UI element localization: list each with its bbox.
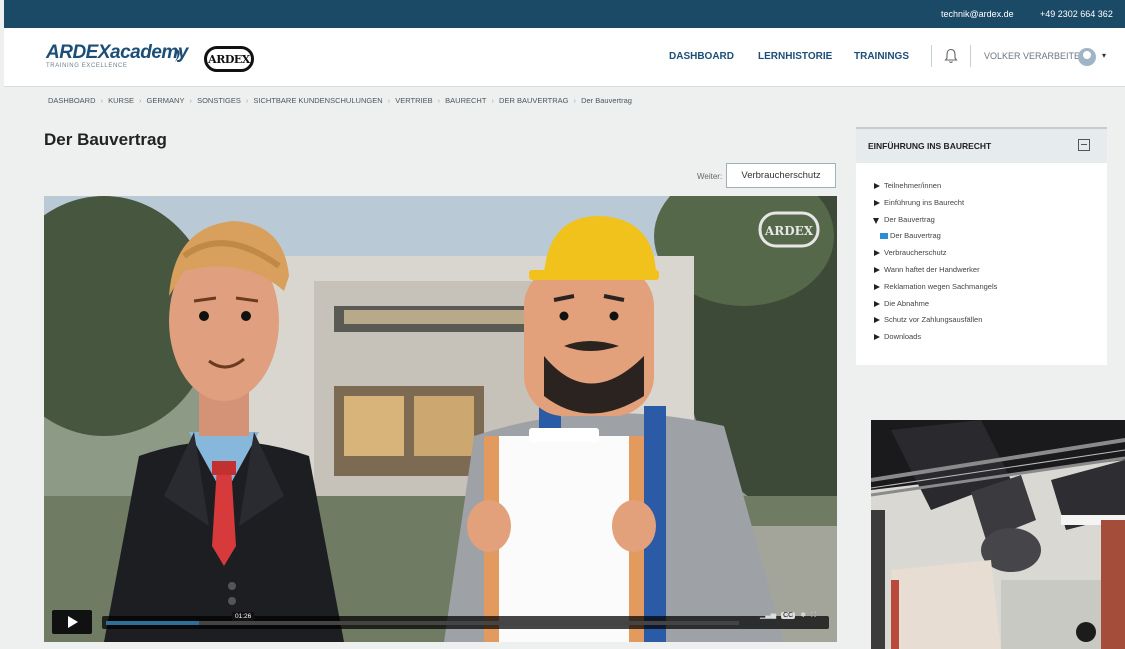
course-item-label: Schutz vor Zahlungsausfällen [884,315,983,325]
nav-trainings[interactable]: TRAININGS [854,51,909,62]
gear-icon[interactable]: ✱ [800,612,806,619]
course-navigation-title: EINFÜHRUNG INS BAURECHT [868,141,992,151]
breadcrumb-item[interactable]: SICHTBARE KUNDENSCHULUNGEN [253,96,382,105]
top-contact-bar: technik@ardex.de +49 2302 664 362 [4,0,1125,28]
course-item-label: Der Bauvertrag [890,231,941,241]
video-activity-icon [880,233,888,240]
player-control-icons: ▁▃▅ CC ✱ ⛶ [760,611,816,620]
ardex-academy-logo[interactable]: ARDEXacademy [46,42,188,64]
breadcrumb-current: Der Bauvertrag [581,96,632,105]
studio-photo [871,420,1125,649]
caret-right-icon [874,183,880,189]
watermark-text: ARDEX [764,224,814,238]
notification-bell-icon[interactable] [944,48,958,64]
course-tree: Teilnehmer/innen Einführung ins Baurecht… [873,178,997,346]
course-navigation-header: EINFÜHRUNG INS BAURECHT [856,129,1107,163]
contact-phone[interactable]: +49 2302 664 362 [1040,9,1113,19]
course-item[interactable]: Schutz vor Zahlungsausfällen [874,312,997,329]
breadcrumb-item[interactable]: GERMANY [147,96,185,105]
course-item-label: Downloads [884,332,922,342]
course-item[interactable]: Teilnehmer/innen [874,178,997,195]
caret-right-icon [874,317,880,324]
next-label: Weiter: [697,172,723,181]
breadcrumb-separator: › [100,96,104,105]
caret-right-icon [874,300,880,307]
video-frame: ARDEX [44,196,837,642]
breadcrumb-separator: › [189,96,192,105]
play-button[interactable] [52,610,92,634]
caret-down-icon [873,217,879,224]
breadcrumb-separator: › [245,96,249,105]
breadcrumb-item[interactable]: DASHBOARD [48,96,96,105]
course-item-expanded[interactable]: Der Bauvertrag [873,212,997,229]
caret-right-icon [874,199,880,206]
nav-divider [970,45,971,67]
course-item-label: Reklamation wegen Sachmangels [884,281,998,291]
course-item-label: Der Bauvertrag [884,214,935,224]
breadcrumb-item[interactable]: KURSE [108,96,134,105]
contact-email[interactable]: technik@ardex.de [941,9,1014,19]
nav-divider [931,45,932,67]
video-controls: 01:26 ▁▃▅ CC ✱ ⛶ [44,608,837,642]
fullscreen-icon[interactable]: ⛶ [811,612,816,619]
collapse-icon[interactable] [1078,139,1090,151]
caret-right-icon [874,266,880,273]
ardex-badge-logo: ARDEX [204,46,254,72]
site-header: ARDEXacademy TRAINING EXCELLENCE ARDEX D… [4,28,1125,87]
course-subitem-active[interactable]: Der Bauvertrag [880,228,1003,245]
nav-lernhistorie[interactable]: LERNHISTORIE [758,51,832,62]
breadcrumb-separator: › [387,96,391,105]
page-title: Der Bauvertrag [44,130,167,149]
breadcrumb-item[interactable]: DER BAUVERTRAG [499,96,568,105]
breadcrumb-item[interactable]: SONSTIGES [197,96,241,105]
caret-right-icon [874,250,880,257]
caret-right-icon [874,334,880,341]
course-item-label: Wann haftet der Handwerker [884,264,980,274]
breadcrumb-item[interactable]: VERTRIEB [395,96,432,105]
course-item[interactable]: Die Abnahme [874,296,997,313]
breadcrumb-separator: › [437,96,441,105]
user-name[interactable]: VOLKER VERARBEITER [984,51,1087,61]
breadcrumb-separator: › [138,96,142,105]
course-navigation: EINFÜHRUNG INS BAURECHT Teilnehmer/innen… [856,127,1107,365]
timecode: 01:26 [232,612,255,621]
course-item[interactable]: Reklamation wegen Sachmangels [874,279,997,296]
logo-text-main: ARDEX [46,42,111,63]
captions-icon[interactable]: CC [781,612,796,619]
played-bar [106,621,199,625]
swoosh-icon [172,48,180,62]
video-player[interactable]: ARDEX 01:26 ▁▃▅ CC ✱ ⛶ [44,196,837,642]
next-lesson-button[interactable]: Verbraucherschutz [726,163,836,188]
user-avatar[interactable] [1078,48,1096,66]
volume-icon[interactable]: ▁▃▅ [760,612,776,619]
studio-photo-image [871,420,1125,649]
course-item[interactable]: Verbraucherschutz [874,245,997,262]
course-item-label: Teilnehmer/innen [884,181,942,190]
breadcrumb-separator: › [491,96,494,105]
course-item-label: Die Abnahme [884,298,930,308]
logo-tagline: TRAINING EXCELLENCE [46,63,128,69]
course-item-label: Einführung ins Baurecht [884,197,965,207]
course-item[interactable]: Wann haftet der Handwerker [874,262,997,279]
video-progress-bar[interactable]: 01:26 [102,612,829,629]
buffer-bar [199,621,739,625]
breadcrumb-separator: › [573,96,577,105]
caret-right-icon [874,283,880,290]
chevron-down-icon[interactable]: ▾ [1102,51,1106,60]
course-item[interactable]: Downloads [874,329,997,346]
nav-dashboard[interactable]: DASHBOARD [669,51,734,62]
course-item-label: Verbraucherschutz [884,248,947,258]
breadcrumb: DASHBOARD › KURSE › GERMANY › SONSTIGES › SI… [48,96,634,105]
course-item[interactable]: Einführung ins Baurecht [874,195,997,212]
breadcrumb-item[interactable]: BAURECHT [445,96,486,105]
